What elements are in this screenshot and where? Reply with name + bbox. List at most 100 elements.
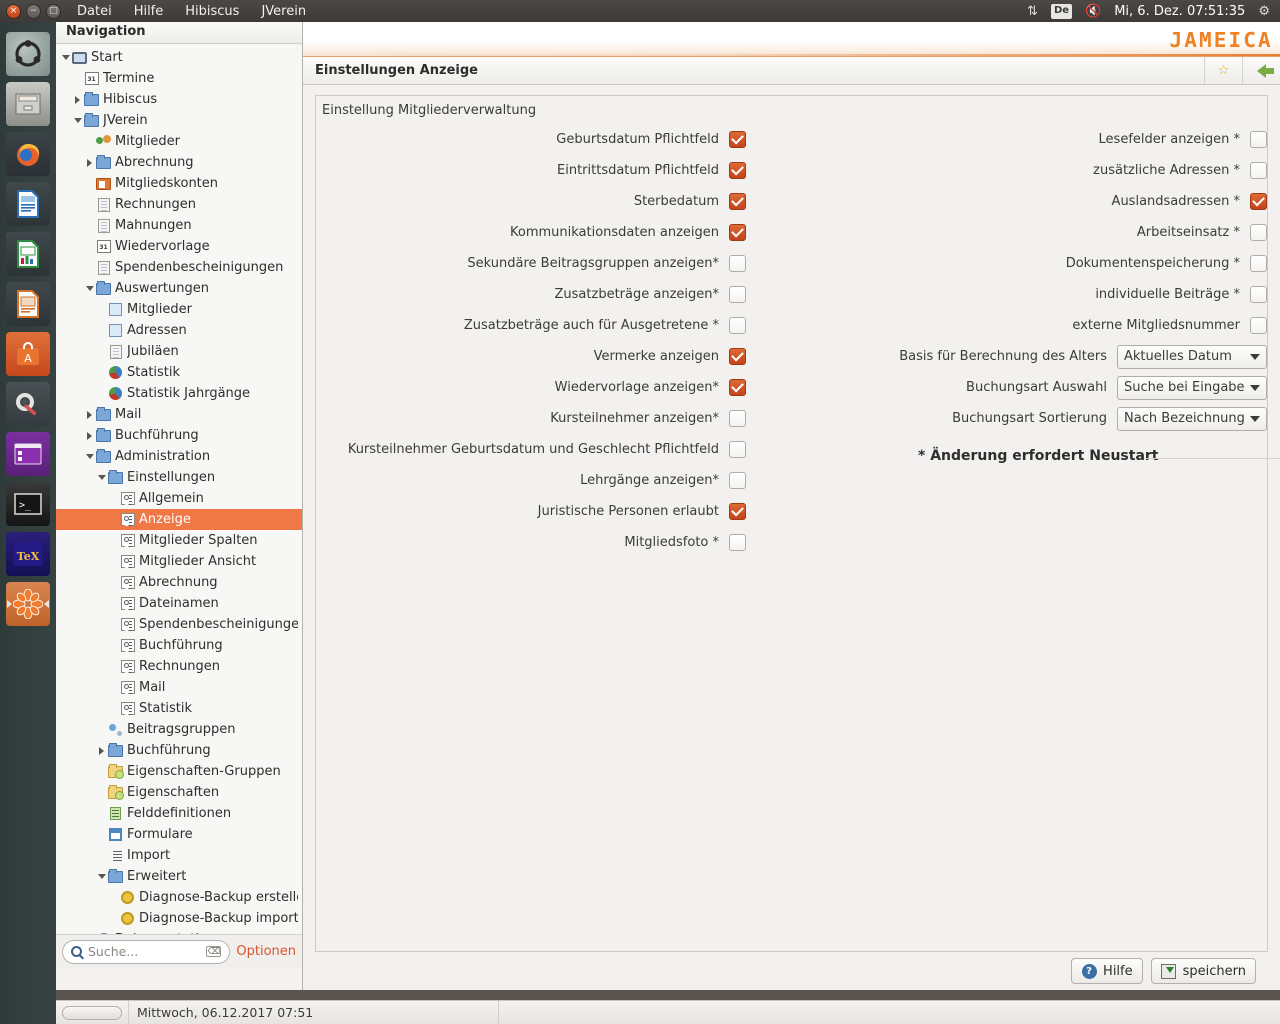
network-updown-icon[interactable]: ⇅ [1027,5,1038,18]
tree-item-allgemein[interactable]: Allgemein [56,488,302,509]
checkbox-unchecked[interactable] [729,286,746,303]
dropdown-select[interactable]: Suche bei Eingabe [1117,375,1267,400]
launcher-item-jverein[interactable] [6,582,50,626]
checkbox-unchecked[interactable] [729,317,746,334]
tree-item-spendenbescheinigungen[interactable]: Spendenbescheinigungen [56,614,302,635]
checkbox-unchecked[interactable] [729,472,746,489]
tree-item-erweitert[interactable]: Erweitert [56,866,302,887]
checkbox-checked[interactable] [729,503,746,520]
tree-twisty-open-icon[interactable] [96,874,107,879]
tree-item-jverein[interactable]: JVerein [56,110,302,131]
tree-item-eigenschaften-gruppen[interactable]: Eigenschaften-Gruppen [56,761,302,782]
launcher-item-system-settings[interactable] [6,382,50,426]
checkbox-checked[interactable] [729,193,746,210]
tree-item-adressen[interactable]: Adressen [56,320,302,341]
tree-item-rechnungen[interactable]: Rechnungen [56,656,302,677]
dropdown-select[interactable]: Aktuelles Datum [1117,344,1267,369]
dropdown-select[interactable]: Nach Bezeichnung [1117,406,1267,431]
launcher-item-terminal[interactable]: >_ [6,482,50,526]
menu-item-hilfe[interactable]: Hilfe [134,4,164,19]
tree-item-auswertungen[interactable]: Auswertungen [56,278,302,299]
tree-item-statistik[interactable]: Statistik [56,362,302,383]
checkbox-checked[interactable] [729,379,746,396]
tree-twisty-open-icon[interactable] [72,118,83,123]
launcher-item-ubuntu-software[interactable]: A [6,332,50,376]
checkbox-checked[interactable] [729,162,746,179]
tree-twisty-closed-icon[interactable] [84,410,95,419]
tree-item-wiedervorlage[interactable]: 31 Wiedervorlage [56,236,302,257]
launcher-item-ubuntu-dash[interactable] [6,32,50,76]
keyboard-layout-indicator[interactable]: De [1050,3,1073,19]
launcher-item-files[interactable] [6,82,50,126]
volume-muted-icon[interactable]: 🔇 [1085,5,1101,18]
tree-item-abrechnung[interactable]: Abrechnung [56,572,302,593]
clock[interactable]: Mi, 6. Dez. 07:51:35 [1114,4,1245,19]
checkbox-unchecked[interactable] [1250,286,1267,303]
checkbox-unchecked[interactable] [1250,255,1267,272]
tree-twisty-closed-icon[interactable] [72,95,83,104]
tree-item-eigenschaften[interactable]: Eigenschaften [56,782,302,803]
tree-twisty-open-icon[interactable] [84,286,95,291]
tree-item-mahnungen[interactable]: Mahnungen [56,215,302,236]
window-maximize-button[interactable]: □ [46,3,61,19]
favorite-star-button[interactable]: ☆ [1204,57,1242,84]
tree-item-abrechnung[interactable]: Abrechnung [56,152,302,173]
tree-item-administration[interactable]: Administration [56,446,302,467]
checkbox-unchecked[interactable] [729,255,746,272]
launcher-item-libreoffice-impress[interactable] [6,282,50,326]
options-link[interactable]: Optionen [236,944,296,959]
tree-item-beitragsgruppen[interactable]: Beitragsgruppen [56,719,302,740]
window-minimize-button[interactable]: − [26,3,41,19]
tree-item-mitglieder-spalten[interactable]: Mitglieder Spalten [56,530,302,551]
tree-twisty-open-icon[interactable] [96,475,107,480]
tree-twisty-open-icon[interactable] [84,454,95,459]
save-button[interactable]: speichern [1150,958,1256,984]
tree-item-formulare[interactable]: Formulare [56,824,302,845]
launcher-item-virtual-machine[interactable] [6,432,50,476]
tree-item-anzeige[interactable]: Anzeige [56,509,302,530]
tree-item-statistik[interactable]: Statistik [56,698,302,719]
back-button[interactable] [1242,57,1280,84]
tree-item-buchführung[interactable]: Buchführung [56,635,302,656]
checkbox-unchecked[interactable] [1250,224,1267,241]
checkbox-checked[interactable] [729,348,746,365]
tree-item-hibiscus[interactable]: Hibiscus [56,89,302,110]
tree-item-mitglieder-ansicht[interactable]: Mitglieder Ansicht [56,551,302,572]
checkbox-checked[interactable] [729,224,746,241]
tree-item-rechnungen[interactable]: Rechnungen [56,194,302,215]
launcher-item-libreoffice-writer[interactable] [6,182,50,226]
tree-twisty-open-icon[interactable] [60,55,71,60]
checkbox-checked[interactable] [729,131,746,148]
launcher-item-texstudio[interactable]: TeX [6,532,50,576]
checkbox-unchecked[interactable] [729,410,746,427]
checkbox-unchecked[interactable] [729,441,746,458]
menu-item-hibiscus[interactable]: Hibiscus [185,4,239,19]
tree-item-start[interactable]: Start [56,47,302,68]
tree-twisty-closed-icon[interactable] [84,431,95,440]
tree-item-mail[interactable]: Mail [56,404,302,425]
tree-item-buchführung[interactable]: Buchführung [56,425,302,446]
window-close-button[interactable]: × [6,3,21,19]
tree-item-import[interactable]: Import [56,845,302,866]
gear-power-icon[interactable]: ⚙ [1258,5,1270,18]
tree-item-diagnose-backup-importieren[interactable]: Diagnose-Backup importieren [56,908,302,929]
clear-icon[interactable]: ⌫ [206,946,222,957]
tree-item-felddefinitionen[interactable]: Felddefinitionen [56,803,302,824]
tree-item-mail[interactable]: Mail [56,677,302,698]
tree-item-einstellungen[interactable]: Einstellungen [56,467,302,488]
tree-item-jubiläen[interactable]: Jubiläen [56,341,302,362]
tree-item-diagnose-backup-erstellen[interactable]: Diagnose-Backup erstellen [56,887,302,908]
checkbox-unchecked[interactable] [729,534,746,551]
launcher-item-firefox[interactable] [6,132,50,176]
checkbox-unchecked[interactable] [1250,131,1267,148]
checkbox-checked[interactable] [1250,193,1267,210]
tree-item-mitglieder[interactable]: Mitglieder [56,131,302,152]
tree-item-dateinamen[interactable]: Dateinamen [56,593,302,614]
tree-item-statistik-jahrgänge[interactable]: Statistik Jahrgänge [56,383,302,404]
search-input[interactable]: Suche... ⌫ [62,939,231,964]
navigation-tree[interactable]: Start 31 Termine Hibiscus JVerein Mitglieder A… [56,45,302,965]
help-button[interactable]: ? Hilfe [1071,958,1143,984]
menu-item-jverein[interactable]: JVerein [261,4,306,19]
launcher-item-libreoffice-calc[interactable] [6,232,50,276]
tree-twisty-closed-icon[interactable] [96,746,107,755]
